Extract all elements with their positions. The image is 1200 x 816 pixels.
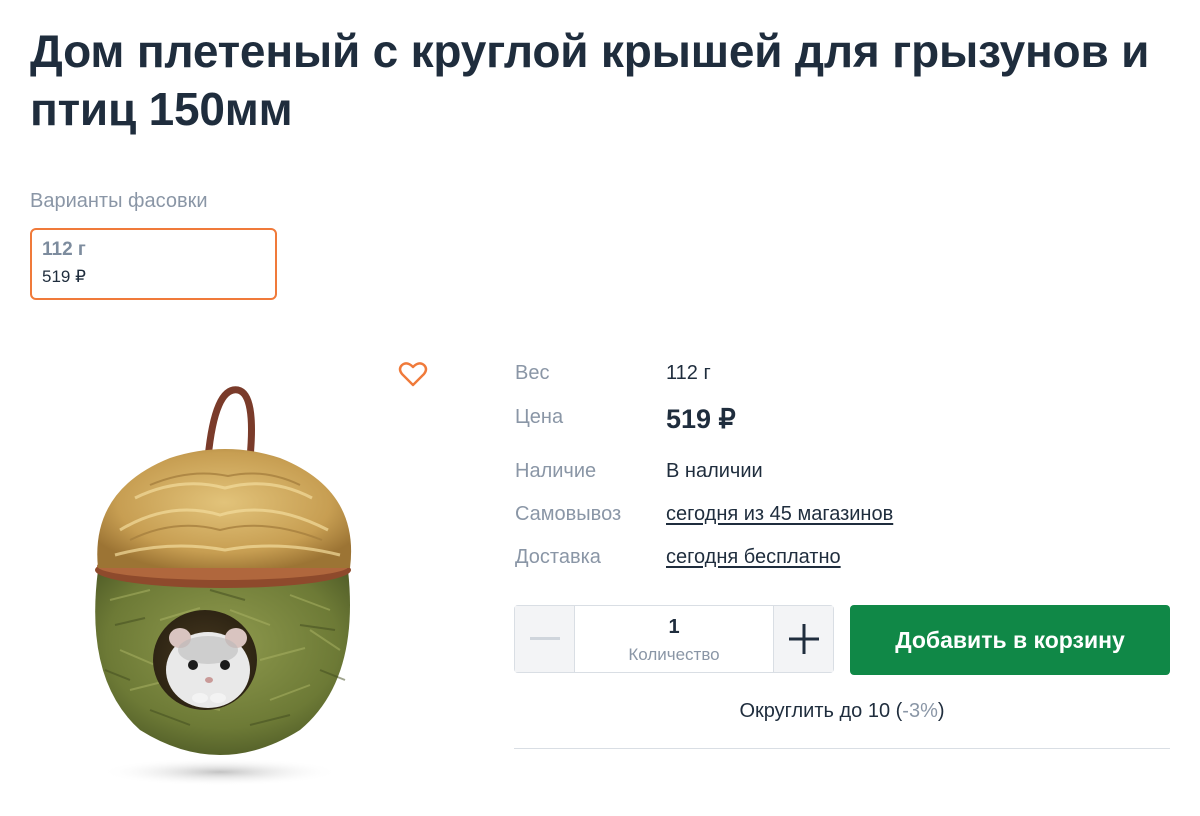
- pickup-link[interactable]: сегодня из 45 магазинов: [666, 503, 893, 526]
- heart-icon[interactable]: [398, 360, 428, 388]
- spec-weight-label: Вес: [515, 362, 550, 384]
- spec-availability-value: В наличии: [666, 460, 763, 482]
- spec-price-label: Цена: [515, 406, 564, 428]
- spec-pickup-label: Самовывоз: [515, 503, 622, 525]
- quantity-increase-button[interactable]: [773, 606, 833, 672]
- quantity-value[interactable]: 1: [575, 616, 773, 639]
- spec-delivery-label: Доставка: [515, 546, 601, 568]
- variant-weight: 112 г: [42, 239, 86, 260]
- add-to-cart-button[interactable]: Добавить в корзину: [850, 605, 1170, 675]
- spec-availability-label: Наличие: [515, 460, 597, 482]
- quantity-label: Количество: [628, 645, 720, 664]
- spec-price-value: 519 ₽: [666, 404, 736, 434]
- quantity-decrease-button[interactable]: [515, 606, 575, 672]
- variants-label: Варианты фасовки: [30, 190, 208, 212]
- variant-option-112g[interactable]: 112 г 519 ₽: [30, 228, 277, 300]
- round-up-discount: -3%: [902, 700, 938, 722]
- delivery-link[interactable]: сегодня бесплатно: [666, 546, 841, 569]
- round-up-close: ): [937, 700, 945, 722]
- quantity-field[interactable]: 1 Количество: [575, 606, 773, 672]
- round-up-offer[interactable]: Округлить до 10 (-3%): [514, 700, 1170, 723]
- round-up-text: Округлить до 10 (: [739, 700, 903, 722]
- minus-icon: [529, 637, 560, 640]
- quantity-stepper: 1 Количество: [514, 605, 834, 673]
- variant-price: 519 ₽: [42, 267, 86, 286]
- divider: [514, 748, 1170, 749]
- spec-weight-value: 112 г: [666, 362, 711, 384]
- product-image: [95, 386, 352, 786]
- page-title: Дом плетеный с круглой крышей для грызун…: [30, 25, 1150, 135]
- plus-icon: [788, 624, 819, 654]
